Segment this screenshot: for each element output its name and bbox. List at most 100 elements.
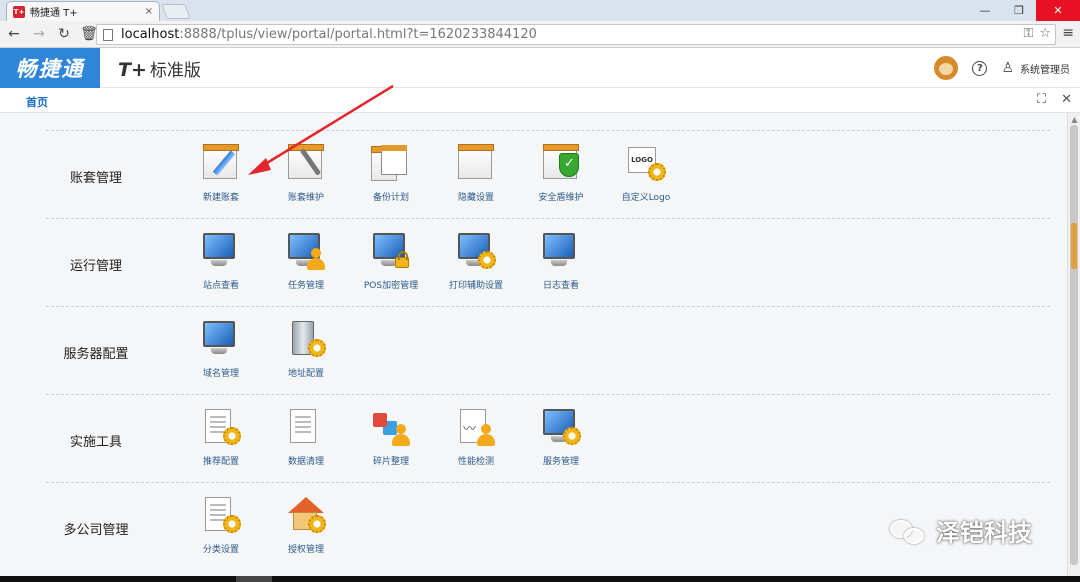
fullscreen-icon[interactable]: ⛶ [1037, 92, 1046, 107]
vertical-scrollbar[interactable]: ▲ [1067, 113, 1080, 576]
item-address-config[interactable]: 地址配置 [271, 319, 341, 379]
item-label: POS加密管理 [363, 281, 419, 291]
house-gear-icon [286, 495, 326, 535]
monitor-icon [201, 231, 241, 271]
item-new-account[interactable]: 新建账套 [186, 143, 256, 203]
item-site-view[interactable]: 站点查看 [186, 231, 256, 291]
item-security-shield[interactable]: 安全盾维护 [526, 143, 596, 203]
item-label: 性能检测 [457, 457, 494, 467]
back-arrow-icon[interactable]: ← [3, 23, 25, 45]
minimize-button[interactable]: — [968, 0, 1002, 21]
item-label: 域名管理 [202, 369, 239, 379]
page-tabs: 首页 ⛶ ✕ [0, 88, 1080, 115]
window-controls: — ❐ ✕ [968, 0, 1080, 21]
item-defragment[interactable]: 碎片整理 [356, 407, 426, 467]
forward-arrow-icon[interactable]: → [28, 23, 50, 45]
bookmark-star-icon[interactable]: ☆ [1039, 26, 1051, 41]
item-service-management[interactable]: 服务管理 [526, 407, 596, 467]
address-bar[interactable]: localhost:8888/tplus/view/portal/portal.… [96, 24, 1056, 45]
item-label: 账套维护 [287, 193, 324, 203]
item-performance-check[interactable]: 性能检测 [441, 407, 511, 467]
wechat-icon [888, 516, 928, 546]
item-license-management[interactable]: 授权管理 [271, 495, 341, 555]
item-log-view[interactable]: 日志查看 [526, 231, 596, 291]
close-icon[interactable]: × [145, 6, 153, 17]
server-gear-icon [286, 319, 326, 359]
new-tab-button[interactable] [161, 4, 191, 19]
section-implementation-tools: 实施工具 推荐配置 数据清理 碎片整理 性能检测 服务管理 [46, 394, 1050, 482]
key-icon[interactable]: ⚿ [1023, 26, 1033, 41]
user-icon[interactable]: ♙ [1001, 60, 1014, 76]
puzzle-user-icon [371, 407, 411, 447]
product-edition: T+ 标准版 [118, 56, 201, 81]
browser-tab[interactable]: T+ 畅捷通 T+ × [6, 1, 160, 21]
section-title: 实施工具 [69, 435, 122, 450]
item-label: 安全盾维护 [538, 193, 584, 203]
item-label: 分类设置 [202, 545, 239, 555]
item-label: 备份计划 [372, 193, 409, 203]
item-account-maintenance[interactable]: 账套维护 [271, 143, 341, 203]
item-label: 碎片整理 [372, 457, 409, 467]
item-hidden-settings[interactable]: 隐藏设置 [441, 143, 511, 203]
hamburger-menu-icon[interactable]: ≡ [1062, 25, 1074, 41]
reload-icon[interactable]: ↻ [53, 23, 75, 45]
browser-tabstrip: T+ 畅捷通 T+ × — ❐ ✕ [0, 0, 1080, 21]
ledger-hidden-icon [456, 143, 496, 183]
app-header: 畅捷通 T+ 标准版 ? ♙ 系统管理员 [0, 48, 1080, 88]
item-domain-management[interactable]: 域名管理 [186, 319, 256, 379]
brand-logo: 畅捷通 [0, 48, 100, 88]
section-run-management: 运行管理 站点查看 任务管理 POS加密管理 打印辅助设置 日志查看 [46, 218, 1050, 306]
browser-toolbar: ← → ↻ 🗑 localhost:8888/tplus/view/portal… [0, 21, 1080, 48]
document-category-icon [201, 495, 241, 535]
performance-user-icon [456, 407, 496, 447]
window-close-button[interactable]: ✕ [1036, 0, 1080, 21]
watermark-text: 泽铠科技 [936, 519, 1032, 547]
tab-home[interactable]: 首页 [14, 94, 60, 115]
url-path: :8888/tplus/view/portal/portal.html?t=16… [179, 27, 537, 42]
item-print-assist[interactable]: 打印辅助设置 [441, 231, 511, 291]
item-label: 打印辅助设置 [448, 281, 503, 291]
page-icon [103, 28, 113, 41]
section-account-management: 账套管理 新建账套 账套维护 备份计划 隐藏设置 安全盾维护 LOGO 自定义L… [46, 130, 1050, 218]
security-shield-icon [541, 143, 581, 183]
item-data-cleanup[interactable]: 数据清理 [271, 407, 341, 467]
username[interactable]: 系统管理员 [1020, 61, 1070, 76]
portal-content: 账套管理 新建账套 账套维护 备份计划 隐藏设置 安全盾维护 LOGO 自定义L… [0, 113, 1067, 576]
edition-name: 标准版 [149, 61, 201, 81]
help-icon[interactable]: ? [972, 60, 988, 76]
edition-prefix: T+ [118, 59, 147, 81]
monitor-service-gear-icon [541, 407, 581, 447]
ledger-wrench-icon [286, 143, 326, 183]
favicon-icon: T+ [13, 5, 25, 18]
ledger-pencil-icon [201, 143, 241, 183]
taskbar-slot [236, 576, 272, 582]
item-label: 自定义Logo [621, 193, 671, 203]
item-label: 日志查看 [542, 281, 579, 291]
monitor-user-icon [286, 231, 326, 271]
monkey-mascot-icon[interactable] [934, 56, 959, 80]
item-category-settings[interactable]: 分类设置 [186, 495, 256, 555]
section-server-config: 服务器配置 域名管理 地址配置 [46, 306, 1050, 394]
item-recommended-config[interactable]: 推荐配置 [186, 407, 256, 467]
section-title: 账套管理 [69, 171, 122, 186]
url-host: localhost [121, 27, 180, 42]
section-title: 运行管理 [69, 259, 122, 274]
document-gear-icon [201, 407, 241, 447]
maximize-button[interactable]: ❐ [1002, 0, 1036, 21]
scroll-grip[interactable] [1071, 223, 1077, 269]
item-label: 隐藏设置 [457, 193, 494, 203]
monitor-log-icon [541, 231, 581, 271]
close-icon[interactable]: ✕ [1061, 92, 1072, 107]
item-custom-logo[interactable]: LOGO 自定义Logo [611, 143, 681, 203]
item-label: 服务管理 [542, 457, 579, 467]
item-backup-plan[interactable]: 备份计划 [356, 143, 426, 203]
watermark: 泽铠科技 [888, 513, 1032, 548]
item-pos-encryption[interactable]: POS加密管理 [356, 231, 426, 291]
item-label: 授权管理 [287, 545, 324, 555]
document-clean-icon [286, 407, 326, 447]
item-task-management[interactable]: 任务管理 [271, 231, 341, 291]
section-title: 服务器配置 [63, 347, 129, 362]
monitor-lock-icon [371, 231, 411, 271]
item-label: 推荐配置 [202, 457, 239, 467]
scroll-thumb[interactable] [1070, 125, 1078, 565]
